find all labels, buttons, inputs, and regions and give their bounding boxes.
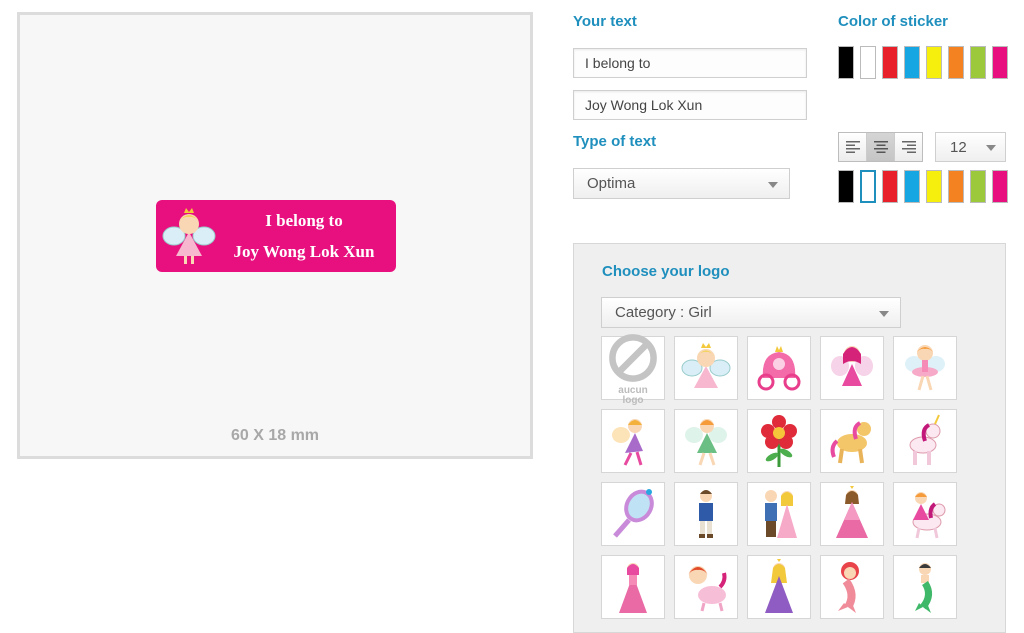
- logo-option-mermaid-red[interactable]: [820, 555, 884, 619]
- text-line2-input[interactable]: [573, 90, 807, 120]
- logo-category-select[interactable]: Category : Girl: [601, 297, 901, 328]
- logo-option-unicorn[interactable]: [893, 409, 957, 473]
- sticker-color-swatch-blue[interactable]: [904, 46, 920, 79]
- align-left-button[interactable]: [839, 133, 867, 161]
- sticker-text-line1: I belong to: [265, 211, 343, 230]
- text-color-swatch-orange[interactable]: [948, 170, 964, 203]
- font-select-value: Optima: [587, 175, 636, 192]
- chevron-down-icon: [768, 181, 778, 188]
- prince-princess-icon: [765, 490, 797, 538]
- logo-panel: Choose your logo Category : Girl aucun l…: [573, 243, 1006, 633]
- princess-icon: [619, 563, 647, 613]
- logo-option-none[interactable]: aucun logo: [601, 334, 665, 406]
- mermaid-green-icon: [915, 563, 932, 613]
- text-color-swatch-red[interactable]: [882, 170, 898, 203]
- text-color-swatch-yellow[interactable]: [926, 170, 942, 203]
- text-alignment-group: [838, 132, 923, 162]
- fairy-pink-icon: [831, 346, 873, 386]
- sticker-preview-panel: I belong to Joy Wong Lok Xun 60 X 18 mm: [17, 12, 533, 459]
- sticker-color-swatch-white[interactable]: [860, 46, 876, 79]
- text-color-swatch-green[interactable]: [970, 170, 986, 203]
- text-color-swatches: [838, 170, 1008, 203]
- no-logo-icon: [609, 334, 657, 382]
- text-line1-input[interactable]: [573, 48, 807, 78]
- flower-icon: [761, 415, 797, 467]
- logo-option-princess-purple[interactable]: [747, 555, 811, 619]
- font-size-select-value: 12: [950, 139, 967, 156]
- mermaid-red-icon: [838, 562, 859, 613]
- text-color-swatch-black[interactable]: [838, 170, 854, 203]
- type-of-text-heading: Type of text: [573, 133, 657, 150]
- prince-icon: [699, 490, 713, 538]
- chevron-down-icon: [986, 145, 996, 151]
- text-color-swatch-white[interactable]: [860, 170, 876, 203]
- chevron-down-icon: [879, 310, 889, 317]
- logo-option-mirror[interactable]: [601, 482, 665, 546]
- princess-pink-icon: [836, 486, 868, 538]
- sticker-size-label: 60 X 18 mm: [230, 427, 320, 444]
- logo-option-fairy-pink[interactable]: [820, 336, 884, 400]
- font-size-select[interactable]: 12: [935, 132, 1006, 162]
- sticker-color-swatch-pink[interactable]: [992, 46, 1008, 79]
- sticker-color-swatch-black[interactable]: [838, 46, 854, 79]
- sticker-color-swatch-red[interactable]: [882, 46, 898, 79]
- girl-pony-icon: [688, 566, 727, 612]
- fairy-icon: [162, 208, 216, 264]
- logo-option-fairy-green[interactable]: [674, 409, 738, 473]
- logo-option-girl-pony[interactable]: [674, 555, 738, 619]
- logo-option-horse[interactable]: [820, 409, 884, 473]
- choose-logo-heading: Choose your logo: [602, 263, 730, 280]
- sticker-color-heading: Color of sticker: [838, 13, 949, 30]
- sticker-color-swatch-orange[interactable]: [948, 46, 964, 79]
- sticker-text-line2: Joy Wong Lok Xun: [233, 242, 375, 261]
- sticker-preview: I belong to Joy Wong Lok Xun: [156, 200, 396, 272]
- logo-option-princess-pink[interactable]: [820, 482, 884, 546]
- logo-option-flower[interactable]: [747, 409, 811, 473]
- logo-option-prince-princess[interactable]: [747, 482, 811, 546]
- fairy-green-icon: [685, 419, 727, 466]
- logo-grid: aucun logo: [601, 334, 957, 619]
- logo-option-princess-unicorn[interactable]: [893, 482, 957, 546]
- text-color-swatch-pink[interactable]: [992, 170, 1008, 203]
- no-logo-label: aucun logo: [618, 385, 648, 406]
- fairy-icon: [681, 343, 731, 388]
- fairy-purple-icon: [612, 419, 643, 466]
- logo-category-value: Category : Girl: [615, 304, 712, 321]
- princess-unicorn-icon: [912, 492, 946, 539]
- font-select[interactable]: Optima: [573, 168, 790, 199]
- logo-option-fairy[interactable]: [674, 336, 738, 400]
- logo-option-ballerina-fairy[interactable]: [893, 336, 957, 400]
- logo-option-prince[interactable]: [674, 482, 738, 546]
- align-left-icon: [845, 141, 860, 153]
- your-text-heading: Your text: [573, 13, 637, 30]
- align-right-icon: [901, 141, 916, 153]
- logo-option-fairy-purple[interactable]: [601, 409, 665, 473]
- logo-option-carriage[interactable]: [747, 336, 811, 400]
- logo-option-mermaid-green[interactable]: [893, 555, 957, 619]
- sticker-color-swatches: [838, 46, 1008, 79]
- carriage-icon: [757, 346, 801, 391]
- align-center-icon: [873, 141, 888, 153]
- unicorn-icon: [909, 414, 941, 465]
- ballerina-fairy-icon: [905, 345, 945, 391]
- align-right-button[interactable]: [895, 133, 922, 161]
- text-color-swatch-blue[interactable]: [904, 170, 920, 203]
- princess-purple-icon: [765, 559, 793, 613]
- horse-icon: [830, 421, 871, 464]
- sticker-color-swatch-green[interactable]: [970, 46, 986, 79]
- sticker-color-swatch-yellow[interactable]: [926, 46, 942, 79]
- logo-option-princess[interactable]: [601, 555, 665, 619]
- mirror-icon: [613, 489, 654, 538]
- align-center-button[interactable]: [867, 133, 895, 161]
